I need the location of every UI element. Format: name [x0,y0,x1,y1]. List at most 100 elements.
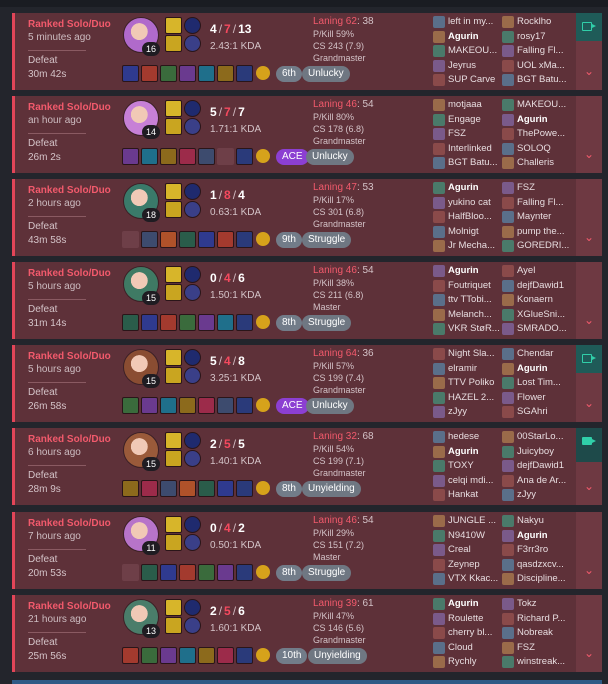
player-name[interactable]: Rocklho [517,16,572,27]
item-icon[interactable] [179,231,196,248]
player-name[interactable]: JUNGLE ... [448,515,503,526]
item-icon[interactable] [217,314,234,331]
team-player[interactable]: Melanch... [433,308,501,323]
team-player[interactable]: Molnigt [433,225,501,240]
item-icon[interactable] [122,148,139,165]
item-icon[interactable] [217,480,234,497]
player-name[interactable]: pump the... [517,226,572,237]
team-player[interactable]: Roulette [433,612,501,627]
player-name[interactable]: Falling Fl... [517,45,572,56]
team-player[interactable]: VTX Kkac... [433,572,501,587]
item-icon[interactable] [141,148,158,165]
player-name[interactable]: motjaaa [448,99,503,110]
video-icon[interactable] [576,428,602,462]
item-icon[interactable] [217,397,234,414]
player-name[interactable]: GOREDRI... [517,240,572,251]
team-player[interactable]: Lost Tim... [502,376,570,391]
team-player[interactable]: yukino cat [433,196,501,211]
chevron-down-icon[interactable]: ⌄ [584,231,594,243]
team-player[interactable]: XGlueSni... [502,308,570,323]
player-name[interactable]: Falling Fl... [517,197,572,208]
team-player[interactable]: JUNGLE ... [433,514,501,529]
item-icon[interactable] [141,231,158,248]
player-name[interactable]: hedese [448,431,503,442]
item-icon[interactable] [122,314,139,331]
item-icon[interactable] [179,148,196,165]
team-player[interactable]: dejfDawid1 [502,279,570,294]
item-icon[interactable] [160,231,177,248]
team-player[interactable]: Rychly [433,655,501,670]
team-player[interactable]: left in my... [433,15,501,30]
match-card[interactable]: Ranked Solo/Duo 5 hours ago Defeat 31m 14s 1… [12,262,602,339]
team-player[interactable]: Nakyu [502,514,570,529]
player-name[interactable]: BGT Batu... [448,157,503,168]
player-name[interactable]: XGlueSni... [517,309,572,320]
trinket-icon[interactable] [236,564,253,581]
team-player[interactable]: Agurin [433,445,501,460]
player-name[interactable]: FSZ [448,128,503,139]
item-icon[interactable] [141,397,158,414]
item-icon[interactable] [141,314,158,331]
team-player[interactable]: qasdzxcv... [502,558,570,573]
team-player[interactable]: celqi mdi... [433,474,501,489]
team-player[interactable]: Agurin [433,597,501,612]
match-card[interactable]: Ranked Solo/Duo 21 hours ago Defeat 25m 56s… [12,595,602,672]
player-name[interactable]: cherry bl... [448,627,503,638]
team-player[interactable]: F3rr3ro [502,543,570,558]
team-player[interactable]: GOREDRI... [502,239,570,254]
team-player[interactable]: MAKEOU... [502,98,570,113]
team-player[interactable]: Tokz [502,597,570,612]
team-player[interactable]: HAZEL 2... [433,391,501,406]
player-name[interactable]: Challeris [517,157,572,168]
player-name[interactable]: UOL xMa... [517,60,572,71]
team-player[interactable]: dejfDawid1 [502,459,570,474]
item-icon[interactable] [198,231,215,248]
item-icon[interactable] [198,148,215,165]
player-name[interactable]: Agurin [517,530,572,541]
chevron-down-icon[interactable]: ⌄ [584,397,594,409]
team-player[interactable]: pump the... [502,225,570,240]
item-icon[interactable] [122,397,139,414]
item-icon[interactable] [179,314,196,331]
team-player[interactable]: TTV Poliko [433,376,501,391]
player-name[interactable]: 00StarLo... [517,431,572,442]
chevron-down-icon[interactable]: ⌄ [584,148,594,160]
player-name[interactable]: Chendar [517,348,572,359]
item-icon[interactable] [160,314,177,331]
player-name[interactable]: VKR StøR... [448,323,503,334]
item-icon[interactable] [160,647,177,664]
expand-column[interactable]: ⌄ [576,262,602,339]
player-name[interactable]: Nakyu [517,515,572,526]
team-player[interactable]: Agurin [502,362,570,377]
team-player[interactable]: Falling Fl... [502,44,570,59]
player-name[interactable]: FSZ [517,182,572,193]
expand-column[interactable]: ⌄ [576,179,602,256]
team-player[interactable]: Discipline... [502,572,570,587]
team-player[interactable]: Konaern [502,293,570,308]
player-name[interactable]: Agurin [517,363,572,374]
match-card[interactable]: Ranked Solo/Duo 2 hours ago Defeat 43m 58s 1… [12,179,602,256]
team-player[interactable]: Agurin [433,264,501,279]
team-player[interactable]: Ayel [502,264,570,279]
item-icon[interactable] [122,65,139,82]
player-name[interactable]: Creal [448,544,503,555]
player-name[interactable]: TTV Poliko [448,377,503,388]
player-name[interactable]: Ana de Ar... [517,475,572,486]
match-card[interactable]: Ranked Solo/Duo 5 minutes ago Defeat 30m 42… [12,13,602,90]
player-name[interactable]: Melanch... [448,309,503,320]
player-name[interactable]: TOXY [448,460,503,471]
item-icon[interactable] [179,647,196,664]
player-name[interactable]: qasdzxcv... [517,559,572,570]
chevron-down-icon[interactable]: ⌄ [584,480,594,492]
player-name[interactable]: Foutriquet [448,280,503,291]
team-player[interactable]: Agurin [433,30,501,45]
item-icon[interactable] [160,148,177,165]
item-icon[interactable] [141,65,158,82]
team-player[interactable]: Falling Fl... [502,196,570,211]
player-name[interactable]: MAKEOU... [517,99,572,110]
team-player[interactable]: TOXY [433,459,501,474]
item-icon[interactable] [179,397,196,414]
team-player[interactable]: FSZ [502,181,570,196]
team-player[interactable]: FSZ [433,127,501,142]
player-name[interactable]: SOLOQ [517,143,572,154]
